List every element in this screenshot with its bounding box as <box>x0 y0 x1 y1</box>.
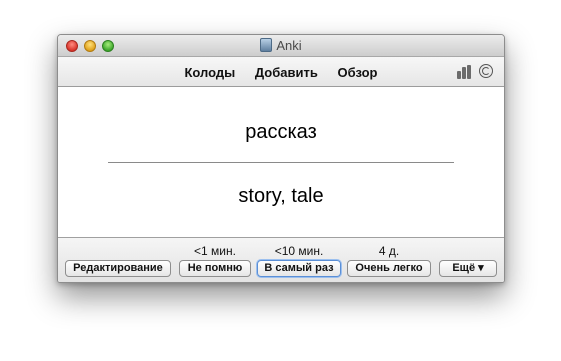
easy-button[interactable]: Очень легко <box>347 260 431 277</box>
browse-link[interactable]: Обзор <box>337 65 377 80</box>
good-interval: <10 мин. <box>274 244 324 258</box>
anki-app-icon <box>260 38 273 52</box>
title-bar[interactable]: Anki <box>58 35 504 57</box>
sync-icon[interactable] <box>479 64 493 78</box>
again-interval: <1 мин. <box>194 244 236 258</box>
anki-window: Anki Колоды Добавить Обзор рассказ story… <box>57 34 505 283</box>
card-content: рассказ story, tale <box>58 87 504 237</box>
window-title-area: Anki <box>58 38 504 53</box>
easy-interval: 4 д. <box>378 244 400 258</box>
main-toolbar: Колоды Добавить Обзор <box>58 57 504 87</box>
card-back: story, tale <box>238 185 324 207</box>
again-button[interactable]: Не помню <box>179 260 251 277</box>
toolbar-links: Колоды Добавить Обзор <box>58 65 504 80</box>
add-link[interactable]: Добавить <box>255 65 318 80</box>
window-title: Anki <box>276 38 302 53</box>
decks-link[interactable]: Колоды <box>185 65 236 80</box>
more-button[interactable]: Ещё ▾ <box>439 260 497 277</box>
edit-button[interactable]: Редактирование <box>65 260 171 277</box>
good-button[interactable]: В самый раз <box>257 260 341 277</box>
card-front: рассказ <box>245 121 317 143</box>
stats-icon[interactable] <box>457 65 473 79</box>
answer-divider <box>108 162 454 163</box>
answer-bar: <1 мин. <10 мин. 4 д. Редактирование Не … <box>58 237 504 282</box>
